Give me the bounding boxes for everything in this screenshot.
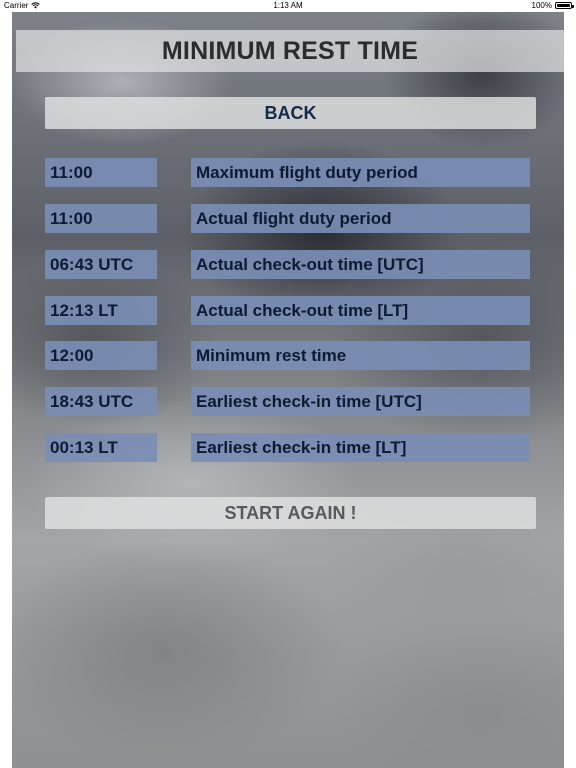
minimum-rest-value: 12:00	[45, 341, 157, 370]
checkin-utc-value: 18:43 UTC	[45, 387, 157, 416]
max-flight-duty-value: 11:00	[45, 158, 157, 187]
back-button[interactable]: BACK	[45, 97, 536, 129]
max-flight-duty-label: Maximum flight duty period	[191, 158, 530, 187]
actual-flight-duty-label: Actual flight duty period	[191, 204, 530, 233]
result-row-actual-flight-duty: 11:00 Actual flight duty period	[0, 204, 576, 233]
checkout-utc-label: Actual check-out time [UTC]	[191, 250, 530, 279]
battery-icon	[555, 2, 574, 9]
result-row-checkout-utc: 06:43 UTC Actual check-out time [UTC]	[0, 250, 576, 279]
checkin-lt-value: 00:13 LT	[45, 433, 157, 462]
result-row-checkin-utc: 18:43 UTC Earliest check-in time [UTC]	[0, 387, 576, 416]
title-bar: MINIMUM REST TIME	[16, 30, 564, 72]
status-right: 100%	[531, 1, 574, 10]
checkout-utc-value: 06:43 UTC	[45, 250, 157, 279]
actual-flight-duty-value: 11:00	[45, 204, 157, 233]
checkout-lt-value: 12:13 LT	[45, 296, 157, 325]
checkin-lt-label: Earliest check-in time [LT]	[191, 433, 530, 462]
status-time: 1:13 AM	[273, 1, 303, 10]
checkin-utc-label: Earliest check-in time [UTC]	[191, 387, 530, 416]
start-again-button[interactable]: START AGAIN !	[45, 497, 536, 529]
result-row-checkout-lt: 12:13 LT Actual check-out time [LT]	[0, 296, 576, 325]
result-row-minimum-rest: 12:00 Minimum rest time	[0, 341, 576, 370]
checkout-lt-label: Actual check-out time [LT]	[191, 296, 530, 325]
status-bar: Carrier 1:13 AM 100%	[0, 0, 576, 12]
minimum-rest-label: Minimum rest time	[191, 341, 530, 370]
page-title: MINIMUM REST TIME	[161, 36, 419, 65]
result-row-checkin-lt: 00:13 LT Earliest check-in time [LT]	[0, 433, 576, 462]
battery-percent: 100%	[531, 1, 552, 10]
result-row-max-flight-duty: 11:00 Maximum flight duty period	[0, 158, 576, 187]
